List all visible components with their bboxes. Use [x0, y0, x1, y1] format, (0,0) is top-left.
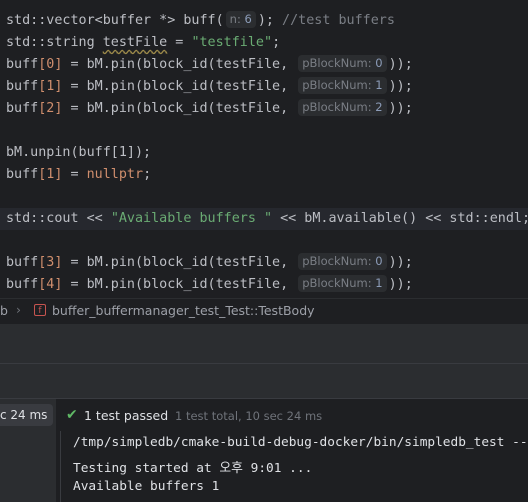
checkmark-icon: ✔ [66, 407, 78, 423]
tool-window-header [0, 323, 528, 364]
code-line[interactable]: std::vector<buffer *> buff(n: 6); //test… [6, 10, 395, 32]
keyword: nullptr [86, 167, 144, 182]
code-text: std::vector<buffer *> buff( [6, 13, 224, 28]
console-line: Testing started at 오후 9:01 ... [73, 461, 313, 476]
console-output[interactable]: /tmp/simpledb/cmake-build-debug-docker/b… [60, 431, 528, 502]
code-editor[interactable]: std::vector<buffer *> buff(n: 6); //test… [0, 0, 528, 298]
code-text: ); [257, 13, 283, 28]
console-line: /tmp/simpledb/cmake-build-debug-docker/b… [73, 435, 528, 450]
parameter-hint: pBlockNum: 1 [298, 77, 387, 94]
code-line[interactable]: buff[3] = bM.pin(block_id(testFile, pBlo… [6, 252, 413, 274]
code-line[interactable]: std::string testFile = "testfile"; [6, 32, 280, 54]
variable-name: testFile [102, 35, 168, 50]
test-duration-badge[interactable]: c 24 ms [0, 404, 54, 426]
tests-passed-label: 1 test passed [84, 408, 169, 423]
parameter-hint: pBlockNum: 0 [298, 55, 387, 72]
string-literal: "Available buffers " [110, 211, 273, 226]
chevron-right-icon: › [16, 302, 21, 317]
run-panel: c 24 ms ✔ 1 test passed 1 test total, 10… [0, 398, 528, 502]
code-comment: //test buffers [282, 13, 395, 28]
parameter-hint: n: 6 [225, 11, 256, 28]
tests-total-label: 1 test total, 10 sec 24 ms [175, 409, 323, 423]
console-line: Available buffers 1 [73, 479, 220, 494]
code-line[interactable]: buff[2] = bM.pin(block_id(testFile, pBlo… [6, 98, 413, 120]
code-line[interactable]: buff[1] = nullptr; [6, 164, 151, 186]
parameter-hint: pBlockNum: 0 [298, 253, 387, 270]
string-literal: "testfile" [191, 35, 273, 50]
parameter-hint: pBlockNum: 2 [298, 99, 387, 116]
test-tree[interactable]: c 24 ms [0, 399, 56, 502]
run-toolbar [0, 363, 528, 399]
breadcrumb: b › f buffer_buffermanager_test_Test::Te… [0, 298, 528, 323]
function-icon: f [34, 304, 46, 316]
test-status-bar: ✔ 1 test passed 1 test total, 10 sec 24 … [60, 399, 528, 431]
code-line[interactable]: buff[0] = bM.pin(block_id(testFile, pBlo… [6, 54, 413, 76]
code-line[interactable]: bM.unpin(buff[1]); [6, 142, 151, 164]
breadcrumb-item[interactable]: buffer_buffermanager_test_Test::TestBody [52, 303, 315, 318]
code-line[interactable]: buff[4] = bM.pin(block_id(testFile, pBlo… [6, 274, 413, 296]
code-line[interactable]: std::cout << "Available buffers " << bM.… [6, 208, 528, 230]
parameter-hint: pBlockNum: 1 [298, 275, 387, 292]
code-line[interactable]: buff[1] = bM.pin(block_id(testFile, pBlo… [6, 76, 413, 98]
breadcrumb-item[interactable]: b [0, 303, 8, 318]
